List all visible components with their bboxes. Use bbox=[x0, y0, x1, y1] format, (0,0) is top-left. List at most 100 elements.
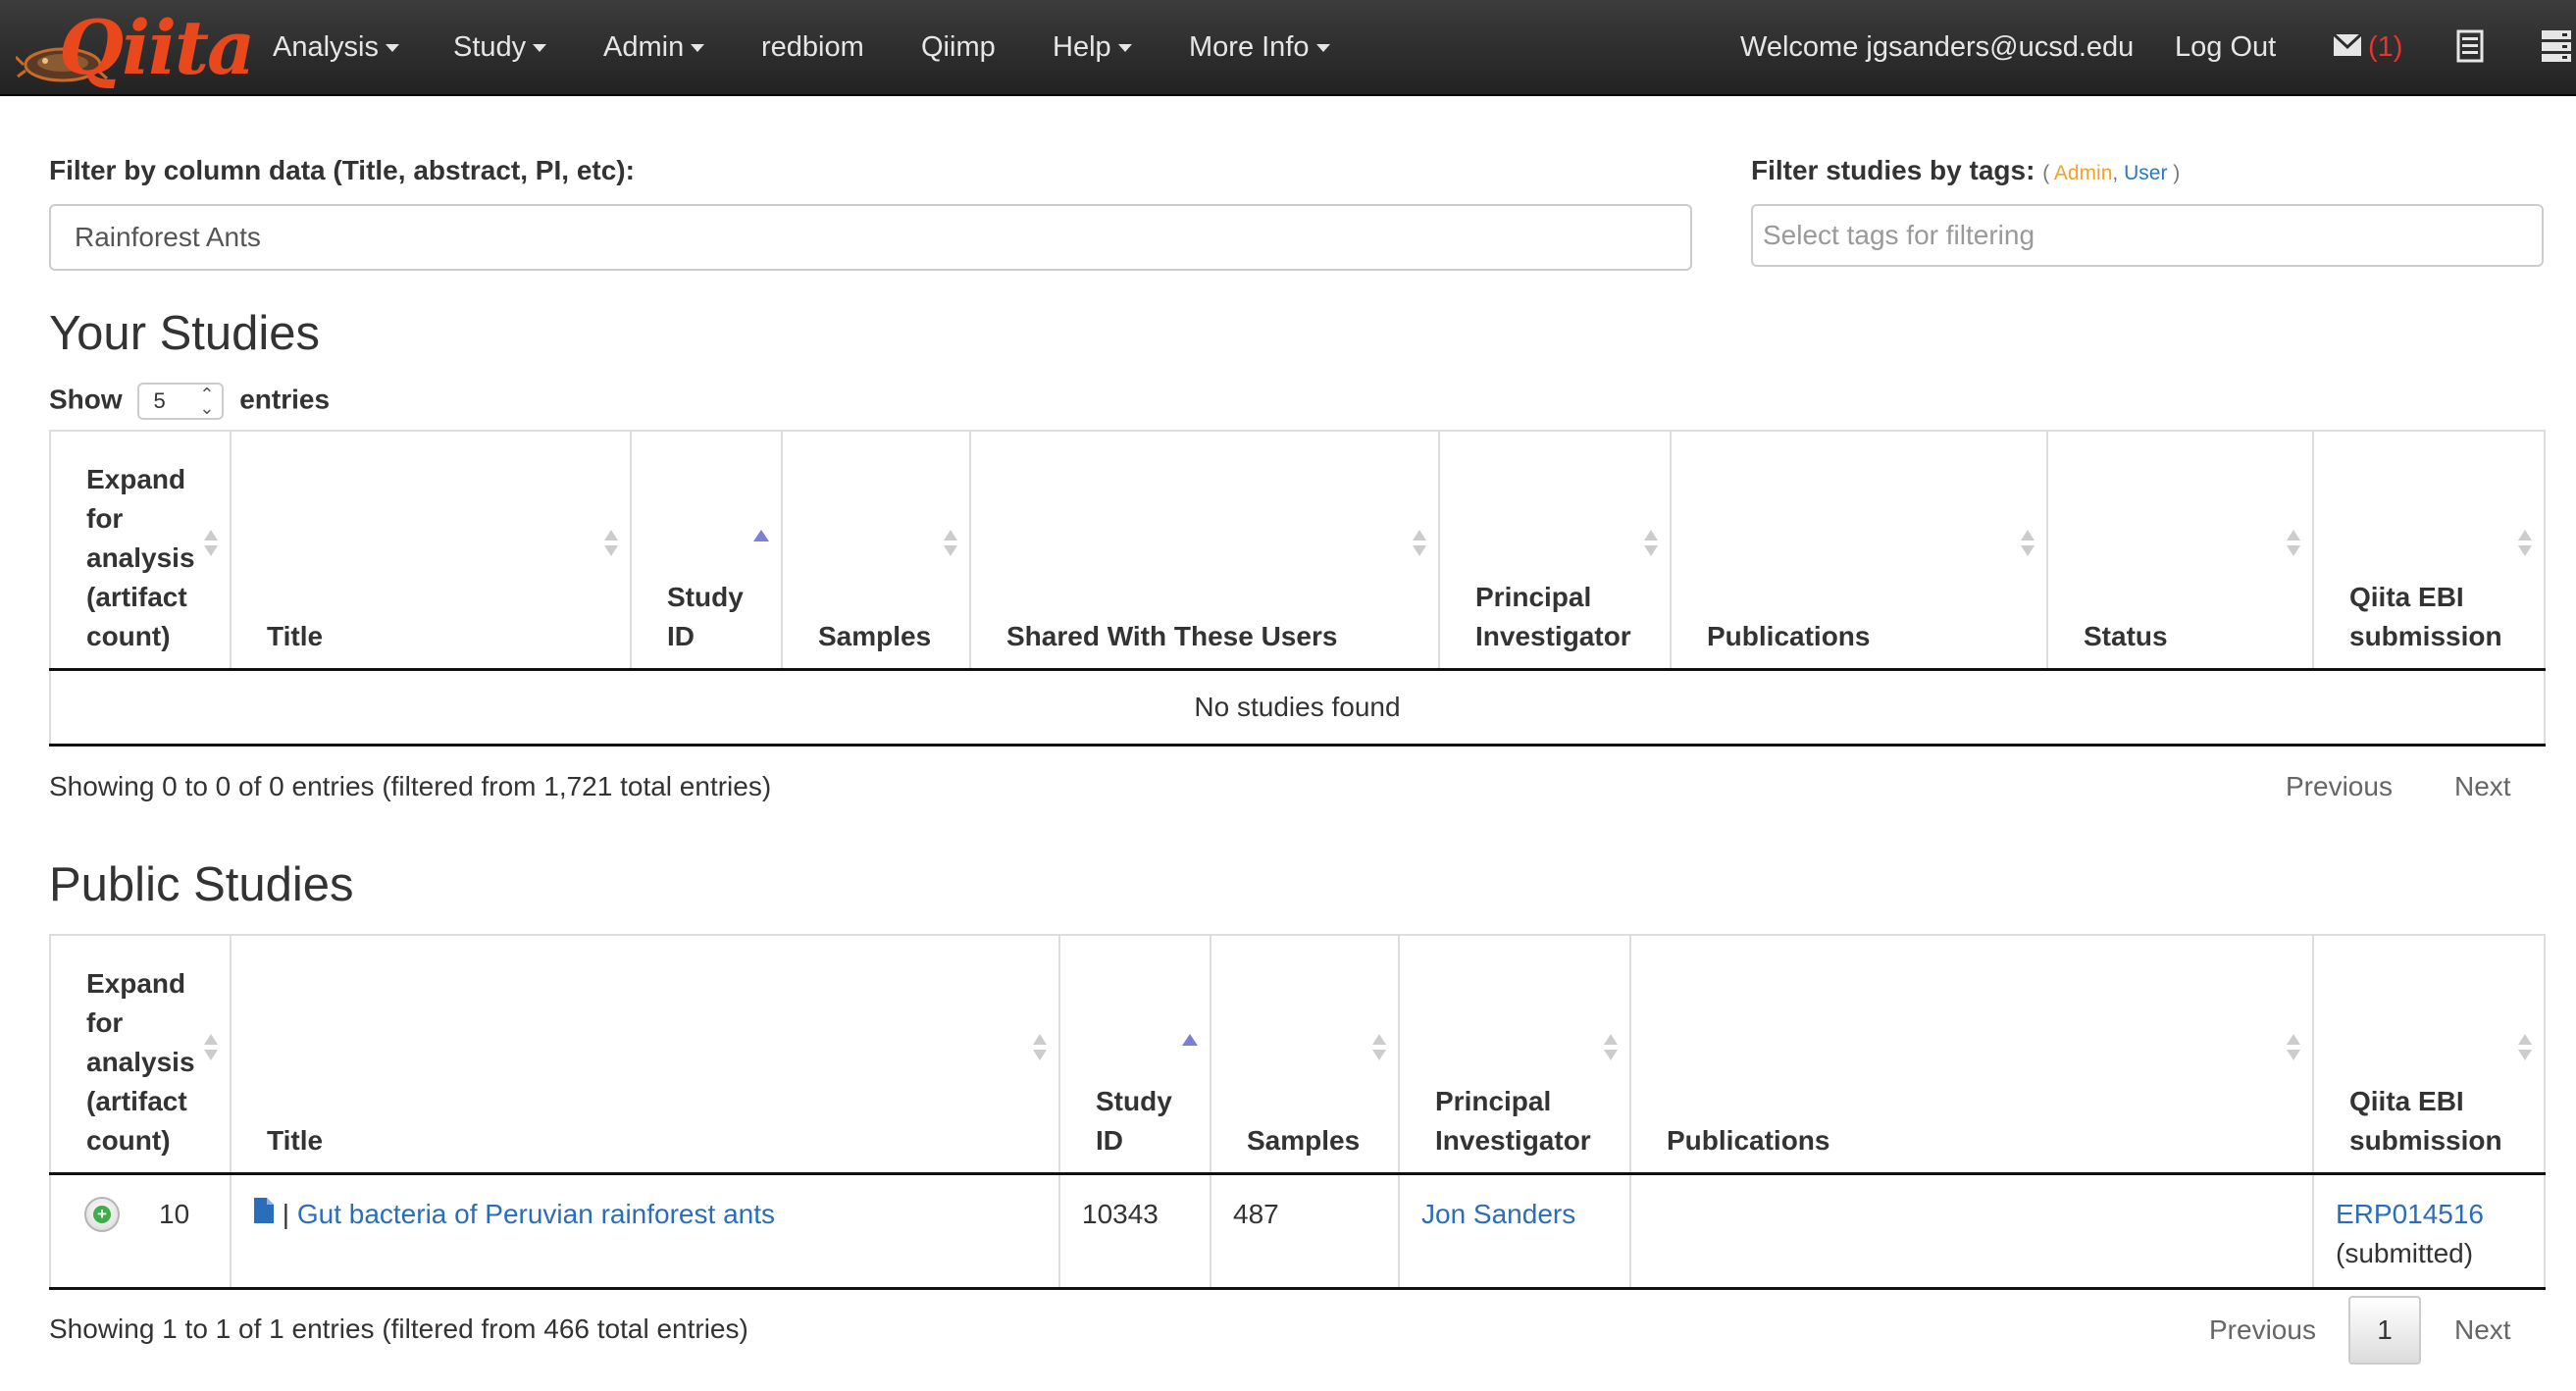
logout-link[interactable]: Log Out bbox=[2175, 0, 2276, 94]
caret-down-icon bbox=[386, 44, 399, 53]
sort-icon bbox=[2287, 1034, 2300, 1067]
column-label: Publications bbox=[1667, 1124, 1830, 1156]
empty-row: No studies found bbox=[49, 669, 2546, 747]
col-title-header[interactable]: Title bbox=[230, 934, 1060, 1175]
public-studies-heading: Public Studies bbox=[49, 858, 354, 911]
column-label: Title bbox=[267, 620, 324, 651]
col-samples-header[interactable]: Samples bbox=[1210, 934, 1400, 1175]
nav-link-qiimp[interactable]: Qiimp bbox=[921, 0, 996, 94]
col-study-id-header[interactable]: Study ID bbox=[1058, 934, 1211, 1175]
column-label: Title bbox=[267, 1124, 324, 1156]
sort-icon bbox=[2518, 1034, 2532, 1067]
server-icon[interactable] bbox=[2541, 29, 2572, 63]
empty-table-message: No studies found bbox=[49, 669, 2546, 747]
tag-legend: ( Admin, User ) bbox=[2042, 162, 2180, 184]
col-ebi-header[interactable]: Qiita EBI submission bbox=[2312, 430, 2546, 671]
sort-icon bbox=[1413, 530, 1426, 563]
sort-icon bbox=[204, 1034, 218, 1067]
nav-menu-study[interactable]: Study bbox=[453, 0, 547, 94]
nav-menu-label: redbiom bbox=[761, 31, 864, 63]
study-title-link[interactable]: Gut bacteria of Peruvian rainforest ants bbox=[297, 1199, 775, 1229]
col-expand-header[interactable]: Expand for analysis (artifact count) bbox=[49, 934, 232, 1175]
plus-icon: + bbox=[93, 1205, 111, 1223]
col-status-header[interactable]: Status bbox=[2046, 430, 2314, 671]
col-publications-header[interactable]: Publications bbox=[1670, 430, 2048, 671]
sort-icon bbox=[2518, 530, 2532, 563]
column-filter-input[interactable] bbox=[49, 204, 1692, 271]
sort-icon bbox=[944, 530, 957, 563]
sort-icon bbox=[204, 530, 218, 563]
col-pi-header[interactable]: Principal Investigator bbox=[1398, 934, 1631, 1175]
col-pi-header[interactable]: Principal Investigator bbox=[1438, 430, 1672, 671]
tags-filter-input[interactable] bbox=[1751, 204, 2544, 267]
tag-legend-sep: , bbox=[2112, 162, 2119, 184]
nav-menu-admin[interactable]: Admin bbox=[603, 0, 705, 94]
col-study-id-header[interactable]: Study ID bbox=[630, 430, 783, 671]
nav-menu-help[interactable]: Help bbox=[1053, 0, 1132, 94]
brand-wordmark: Qiita bbox=[59, 4, 255, 91]
jobs-list-icon[interactable] bbox=[2456, 29, 2484, 63]
pi-cell: Jon Sanders bbox=[1398, 1173, 1631, 1290]
your-studies-next-button[interactable]: Next bbox=[2454, 771, 2511, 802]
public-studies-previous-button[interactable]: Previous bbox=[2209, 1314, 2316, 1346]
col-samples-header[interactable]: Samples bbox=[781, 430, 971, 671]
ebi-accession-link[interactable]: ERP014516 bbox=[2336, 1199, 2484, 1229]
document-icon[interactable] bbox=[253, 1197, 275, 1224]
tags-filter-text: Filter studies by tags: bbox=[1751, 155, 2035, 185]
messages-link[interactable]: (1) bbox=[2332, 0, 2402, 94]
samples-cell: 487 bbox=[1210, 1173, 1400, 1290]
col-title-header[interactable]: Title bbox=[230, 430, 632, 671]
expand-cell: + 10 bbox=[49, 1173, 232, 1290]
col-expand-header[interactable]: Expand for analysis (artifact count) bbox=[49, 430, 232, 671]
your-studies-heading: Your Studies bbox=[49, 307, 321, 360]
nav-link-redbiom[interactable]: redbiom bbox=[761, 0, 864, 94]
nav-menu-analysis[interactable]: Analysis bbox=[273, 0, 399, 94]
column-label: Principal Investigator bbox=[1475, 581, 1631, 651]
public-studies-page-1-button[interactable]: 1 bbox=[2348, 1296, 2421, 1365]
table-header-row: Expand for analysis (artifact count) Tit… bbox=[49, 934, 2546, 1175]
table-row: + 10 | Gut bacteria of Peruvian rainfore… bbox=[49, 1173, 2546, 1290]
sort-icon bbox=[2287, 530, 2300, 563]
nav-menu-label: Analysis bbox=[273, 31, 379, 63]
nav-menu-more-info[interactable]: More Info bbox=[1189, 0, 1330, 94]
page-length-control: Show 5 ⌃ ⌄ entries bbox=[49, 383, 330, 420]
sort-ascending-icon bbox=[1182, 1034, 1198, 1047]
study-id-cell: 10343 bbox=[1058, 1173, 1211, 1290]
nav-menu-label: More Info bbox=[1189, 31, 1310, 63]
your-studies-previous-button[interactable]: Previous bbox=[2286, 771, 2393, 802]
caret-down-icon bbox=[1117, 44, 1132, 53]
col-ebi-header[interactable]: Qiita EBI submission bbox=[2312, 934, 2546, 1175]
qiita-logo[interactable]: Qiita bbox=[16, 4, 255, 92]
col-shared-header[interactable]: Shared With These Users bbox=[969, 430, 1440, 671]
caret-down-icon bbox=[533, 44, 547, 53]
column-label: Samples bbox=[818, 620, 932, 651]
public-studies-next-button[interactable]: Next bbox=[2454, 1314, 2511, 1346]
sort-icon bbox=[1033, 1034, 1047, 1067]
nav-menu-label: Qiimp bbox=[921, 31, 996, 63]
your-studies-info: Showing 0 to 0 of 0 entries (filtered fr… bbox=[49, 771, 772, 801]
select-arrows-icon: ⌃ ⌄ bbox=[199, 385, 215, 418]
publications-cell bbox=[1629, 1173, 2314, 1290]
your-studies-table: Expand for analysis (artifact count) Tit… bbox=[49, 430, 2546, 747]
page-length-select[interactable]: 5 ⌃ ⌄ bbox=[137, 383, 225, 420]
column-label: Status bbox=[2084, 620, 2168, 651]
sort-icon bbox=[2021, 530, 2035, 563]
top-navbar: Qiita Analysis Study Admin redbiom Qiimp… bbox=[0, 0, 2576, 96]
show-label: Show bbox=[49, 384, 123, 415]
pi-link[interactable]: Jon Sanders bbox=[1421, 1199, 1575, 1229]
column-label: Shared With These Users bbox=[1006, 620, 1338, 651]
column-label: Samples bbox=[1247, 1124, 1361, 1156]
nav-menu-label: Admin bbox=[603, 31, 685, 63]
page-length-value: 5 bbox=[153, 388, 166, 413]
ebi-cell: ERP014516 (submitted) bbox=[2312, 1173, 2546, 1290]
column-label: Qiita EBI submission bbox=[2349, 1085, 2502, 1156]
welcome-user-link[interactable]: Welcome jgsanders@ucsd.edu bbox=[1740, 0, 2134, 94]
caret-down-icon bbox=[691, 44, 705, 53]
expand-for-analysis-button[interactable]: + bbox=[84, 1196, 120, 1232]
entries-label: entries bbox=[239, 384, 331, 415]
nav-menu-label: Help bbox=[1053, 31, 1111, 63]
public-studies-table: Expand for analysis (artifact count) Tit… bbox=[49, 934, 2546, 1290]
nav-menu-label: Study bbox=[453, 31, 527, 63]
sort-ascending-icon bbox=[753, 530, 769, 542]
col-publications-header[interactable]: Publications bbox=[1629, 934, 2314, 1175]
